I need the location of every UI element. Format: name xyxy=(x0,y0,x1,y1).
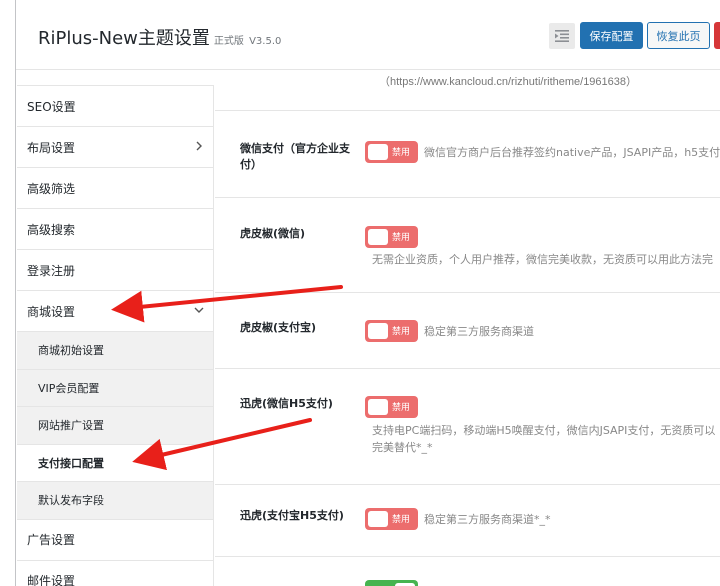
sidebar-item-advanced-filter[interactable]: 高级筛选 xyxy=(17,168,213,209)
field-label-xunhu-alipay: 迅虎(支付宝H5支付) xyxy=(240,509,344,522)
sidebar-item-mail[interactable]: 邮件设置 xyxy=(17,561,213,586)
toggle-state-label: 禁用 xyxy=(392,403,411,413)
toggle-state-label: 禁用 xyxy=(392,233,411,243)
sidebar-subitem-default-fields[interactable]: 默认发布字段 xyxy=(17,482,213,520)
sidebar-subitem-payment[interactable]: 支付接口配置 xyxy=(17,444,213,482)
toggle-xunhu-alipay[interactable]: 禁用 xyxy=(365,508,418,530)
indent-icon xyxy=(555,30,569,42)
sidebar-item-ads[interactable]: 广告设置 xyxy=(17,520,213,561)
docs-url-note: （https://www.kancloud.cn/rizhuti/ritheme… xyxy=(379,76,638,88)
edition-label: 正式版 xyxy=(213,36,244,47)
row-divider xyxy=(215,484,720,485)
toggle-xunhu-wechat[interactable]: 禁用 xyxy=(365,396,418,418)
reset-all-button[interactable] xyxy=(714,22,720,49)
sidebar-item-label: 邮件设置 xyxy=(27,574,76,586)
sidebar-subitem-promotion[interactable]: 网站推广设置 xyxy=(17,407,213,445)
toggle-next-setting[interactable] xyxy=(365,580,418,586)
settings-sidebar: SEO设置 布局设置 高级筛选 高级搜索 登录注册 商城设置 商城初始设置 VI… xyxy=(17,85,214,586)
restore-page-button[interactable]: 恢复此页 xyxy=(647,22,710,49)
edition-badge: 正式版 V3.5.0 xyxy=(214,36,281,47)
admin-menu-edge xyxy=(0,0,16,586)
row-divider xyxy=(215,556,720,557)
theme-title: RiPlus-New主题设置 xyxy=(38,28,210,49)
field-desc-xunhu-alipay: 稳定第三方服务商渠道*_* xyxy=(424,513,551,526)
sidebar-item-label: SEO设置 xyxy=(27,99,76,114)
toggle-knob xyxy=(368,399,388,415)
sidebar-subitem-shop-init[interactable]: 商城初始设置 xyxy=(17,332,213,370)
version-label: V3.5.0 xyxy=(249,36,282,47)
toggle-state-label: 禁用 xyxy=(392,148,411,158)
chevron-down-icon xyxy=(194,307,204,313)
collapse-menu-icon[interactable] xyxy=(549,23,575,49)
sidebar-item-label: 商城设置 xyxy=(27,304,76,319)
toggle-knob xyxy=(368,229,388,245)
sidebar-item-label: 布局设置 xyxy=(27,140,76,155)
field-label-hupijiao-alipay: 虎皮椒(支付宝) xyxy=(240,321,317,334)
row-divider xyxy=(215,110,720,111)
toggle-knob xyxy=(368,511,388,527)
sidebar-item-label: 广告设置 xyxy=(27,533,76,547)
field-desc-hupijiao-wechat: 无需企业资质，个人用户推荐，微信完美收款，无资质可以用此方法完 xyxy=(372,253,713,266)
sidebar-item-label: 登录注册 xyxy=(27,263,76,278)
sidebar-item-layout[interactable]: 布局设置 xyxy=(17,127,213,168)
toggle-state-label: 禁用 xyxy=(392,327,411,337)
row-divider xyxy=(215,368,720,369)
field-desc-xunhu-wechat-line2: 完美替代*_* xyxy=(372,441,433,454)
toggle-knob xyxy=(368,323,388,339)
sidebar-item-label: 高级筛选 xyxy=(27,181,76,196)
sidebar-item-advanced-search[interactable]: 高级搜索 xyxy=(17,209,213,250)
sidebar-item-login-register[interactable]: 登录注册 xyxy=(17,250,213,291)
field-label-wechat-pay: 微信支付（官方企业支付） xyxy=(240,142,350,171)
field-desc-wechat-pay: 微信官方商户后台推荐签约native产品，JSAPI产品，h5支付 xyxy=(424,146,720,159)
settings-content: （https://www.kancloud.cn/rizhuti/ritheme… xyxy=(215,71,720,586)
toggle-hupijiao-wechat[interactable]: 禁用 xyxy=(365,226,418,248)
page-title: RiPlus-New主题设置 正式版 V3.5.0 xyxy=(38,24,281,50)
field-desc-hupijiao-alipay: 稳定第三方服务商渠道 xyxy=(424,325,534,338)
settings-header: RiPlus-New主题设置 正式版 V3.5.0 保存配置 恢复此页 xyxy=(16,0,720,70)
row-divider xyxy=(215,292,720,293)
toggle-state-label: 禁用 xyxy=(392,515,411,525)
toggle-knob xyxy=(368,144,388,160)
toggle-hupijiao-alipay[interactable]: 禁用 xyxy=(365,320,418,342)
field-label-xunhu-wechat: 迅虎(微信H5支付) xyxy=(240,397,333,410)
sidebar-subitem-vip[interactable]: VIP会员配置 xyxy=(17,369,213,407)
sidebar-item-shop[interactable]: 商城设置 xyxy=(17,291,213,332)
chevron-right-icon xyxy=(196,141,202,151)
field-label-hupijiao-wechat: 虎皮椒(微信) xyxy=(240,227,306,240)
toggle-wechat-pay[interactable]: 禁用 xyxy=(365,141,418,163)
row-divider xyxy=(215,197,720,198)
sidebar-item-seo[interactable]: SEO设置 xyxy=(17,86,213,127)
sidebar-item-label: 高级搜索 xyxy=(27,222,76,237)
save-config-button[interactable]: 保存配置 xyxy=(580,22,643,49)
